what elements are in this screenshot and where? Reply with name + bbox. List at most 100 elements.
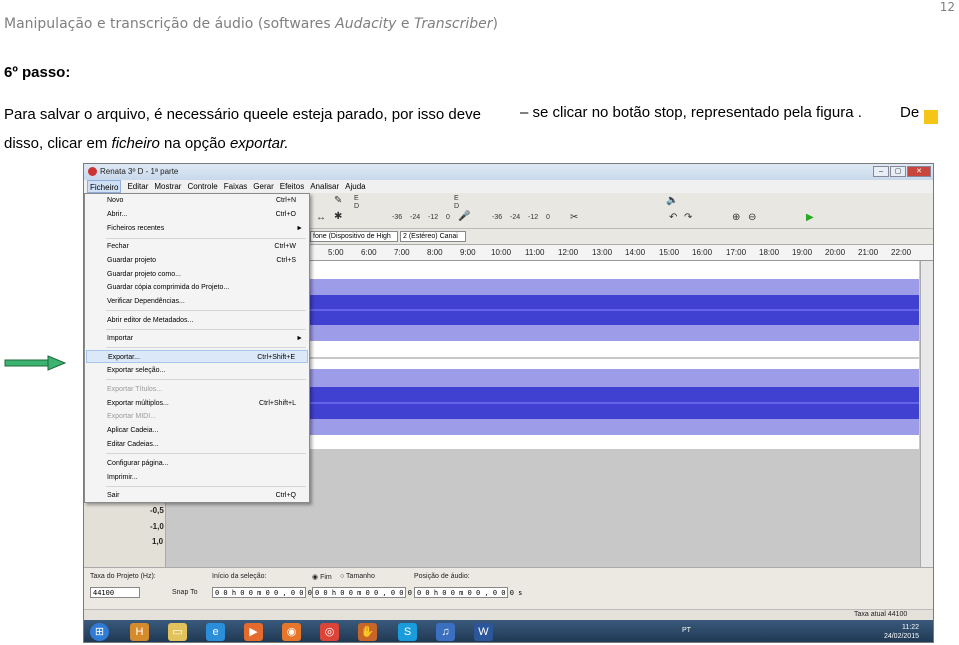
meter-label-e2: E bbox=[454, 195, 459, 202]
skype-icon[interactable]: S bbox=[398, 623, 417, 641]
status-bar: Taxa atual 44100 bbox=[84, 609, 933, 620]
menu-item-imprimir[interactable]: Imprimir... bbox=[86, 471, 308, 484]
multi-tool-icon[interactable]: ✱ bbox=[334, 211, 342, 222]
menu-item-importar[interactable]: Importar ► bbox=[86, 332, 308, 345]
play-icon[interactable]: ▶ bbox=[806, 212, 814, 223]
menu-item-guardar-copia[interactable]: Guardar cópia comprimida do Projeto... bbox=[86, 281, 308, 294]
meter-tick: 0 bbox=[546, 214, 550, 221]
app-hand-icon[interactable]: ✋ bbox=[358, 623, 377, 641]
word-icon[interactable]: W bbox=[474, 623, 493, 641]
selection-end-field[interactable]: 0 0 h 0 0 m 0 0 , 0 0 0 s bbox=[312, 587, 420, 598]
menu-item-verificar-dependencias[interactable]: Verificar Dependências... bbox=[86, 295, 308, 308]
chrome-icon[interactable]: ◎ bbox=[320, 623, 339, 641]
taskbar-clock[interactable]: 11:22 24/02/2015 bbox=[884, 623, 919, 641]
ruler-tick: 12:00 bbox=[558, 248, 579, 257]
app-h-icon[interactable]: H bbox=[130, 623, 149, 641]
language-indicator[interactable]: PT bbox=[682, 627, 691, 634]
start-button-icon[interactable]: ⊞ bbox=[90, 623, 109, 641]
length-radio[interactable]: ○ Tamanho bbox=[340, 573, 375, 580]
meter-tick: -36 bbox=[392, 214, 403, 221]
ruler-tick: 8:00 bbox=[427, 248, 443, 257]
windows-taskbar: ⊞ H ▭ e ▶ ◉ ◎ ✋ S ♫ W PT 11:22 24/02/2015 bbox=[84, 620, 933, 642]
menu-item-abrir[interactable]: Abrir... Ctrl+O bbox=[86, 208, 308, 221]
menu-item-ficheiros-recentes[interactable]: Ficheiros recentes ► bbox=[86, 222, 308, 235]
stop-button-figure bbox=[924, 110, 938, 124]
menu-item-exportar[interactable]: Exportar... Ctrl+Shift+E bbox=[86, 350, 308, 363]
ruler-tick: 6:00 bbox=[361, 248, 377, 257]
audio-position-field[interactable]: 0 0 h 0 0 m 0 0 , 0 0 0 s bbox=[414, 587, 522, 598]
paragraph-line-2: disso, clicar em ficheiro na opção expor… bbox=[4, 135, 289, 152]
meter-label-d2: D bbox=[454, 203, 460, 210]
pencil-icon[interactable]: ✎ bbox=[334, 195, 342, 206]
ruler-tick: 19:00 bbox=[792, 248, 813, 257]
menu-item-sair[interactable]: Sair Ctrl+Q bbox=[86, 489, 308, 502]
redo-icon[interactable]: ↷ bbox=[684, 212, 692, 223]
folder-icon[interactable]: ▭ bbox=[168, 623, 187, 641]
amplitude-tick: -0,5 bbox=[150, 506, 164, 515]
ruler-tick: 9:00 bbox=[460, 248, 476, 257]
menu-item-guardar-projeto[interactable]: Guardar projeto Ctrl+S bbox=[86, 254, 308, 267]
menu-controle[interactable]: Controle bbox=[187, 180, 217, 193]
menu-item-exportar-multiplos[interactable]: Exportar múltiplos... Ctrl+Shift+L bbox=[86, 397, 308, 410]
menu-item-guardar-projeto-como[interactable]: Guardar projeto como... bbox=[86, 268, 308, 281]
firefox-icon[interactable]: ◉ bbox=[282, 623, 301, 641]
project-rate-select[interactable]: 44100 bbox=[90, 587, 140, 598]
paragraph-line-1c: De bbox=[900, 104, 920, 121]
maximize-icon[interactable]: ▢ bbox=[890, 166, 906, 177]
ruler-tick: 14:00 bbox=[625, 248, 646, 257]
menu-analisar[interactable]: Analisar bbox=[310, 180, 339, 193]
meter-tick: -24 bbox=[410, 214, 421, 221]
window-title: Renata 3º D - 1ª parte bbox=[100, 167, 179, 176]
output-device-select[interactable]: fone (Dispositivo de High bbox=[310, 231, 398, 242]
menu-item-exportar-titulos: Exportar Títulos... bbox=[107, 386, 163, 393]
menu-item-configurar-pagina[interactable]: Configurar página... bbox=[86, 457, 308, 470]
menu-item-novo[interactable]: Novo Ctrl+N bbox=[86, 194, 308, 207]
menu-gerar[interactable]: Gerar bbox=[253, 180, 273, 193]
media-player-icon[interactable]: ▶ bbox=[244, 623, 263, 641]
channels-select[interactable]: 2 (Estéreo) Canai bbox=[400, 231, 466, 242]
menu-faixas[interactable]: Faixas bbox=[224, 180, 248, 193]
vertical-scrollbar[interactable] bbox=[920, 261, 933, 567]
amplitude-tick: -1,0 bbox=[150, 522, 164, 531]
meter-tick: -12 bbox=[528, 214, 539, 221]
menu-editar[interactable]: Editar bbox=[127, 180, 148, 193]
menu-ajuda[interactable]: Ajuda bbox=[345, 180, 365, 193]
menu-item-exportar-selecao[interactable]: Exportar seleção... bbox=[86, 364, 308, 377]
zoom-in-icon[interactable]: ⊕ bbox=[732, 212, 740, 223]
menu-bar: Ficheiro Editar Mostrar Controle Faixas … bbox=[84, 180, 933, 193]
menu-item-fechar[interactable]: Fechar Ctrl+W bbox=[86, 240, 308, 253]
ruler-tick: 20:00 bbox=[825, 248, 846, 257]
close-icon[interactable]: ✕ bbox=[907, 166, 931, 177]
ruler-tick: 22:00 bbox=[891, 248, 912, 257]
meter-label-d: D bbox=[354, 203, 360, 210]
ruler-tick: 15:00 bbox=[659, 248, 680, 257]
end-radio[interactable]: ◉ Fim bbox=[312, 573, 332, 581]
menu-ficheiro[interactable]: Ficheiro bbox=[87, 180, 122, 193]
zoom-out-icon[interactable]: ⊖ bbox=[748, 212, 756, 223]
project-rate-label: Taxa do Projeto (Hz): bbox=[90, 573, 156, 580]
paragraph-line-1a: Para salvar o arquivo, é necessário quee… bbox=[4, 106, 481, 123]
undo-icon[interactable]: ↶ bbox=[669, 212, 677, 223]
selection-start-label: Início da seleção: bbox=[212, 573, 267, 580]
selection-start-field[interactable]: 0 0 h 0 0 m 0 0 , 0 0 0 s bbox=[212, 587, 320, 598]
minimize-icon[interactable]: – bbox=[873, 166, 889, 177]
microphone-icon[interactable]: 🎤 bbox=[458, 211, 470, 222]
time-shift-icon[interactable]: ↔ bbox=[316, 212, 326, 223]
meter-tick: -12 bbox=[428, 214, 439, 221]
internet-explorer-icon[interactable]: e bbox=[206, 623, 225, 641]
ruler-tick: 11:00 bbox=[525, 248, 545, 257]
menu-mostrar[interactable]: Mostrar bbox=[154, 180, 181, 193]
scissors-icon[interactable]: ✂ bbox=[570, 212, 578, 223]
menu-efeitos[interactable]: Efeitos bbox=[280, 180, 304, 193]
speaker-icon[interactable]: 🔈 bbox=[666, 195, 678, 206]
menu-item-editar-cadeias[interactable]: Editar Cadeias... bbox=[86, 438, 308, 451]
menu-item-metadados[interactable]: Abrir editor de Metadados... bbox=[86, 314, 308, 327]
actual-rate-status: Taxa atual 44100 bbox=[854, 611, 908, 618]
meter-tick: -36 bbox=[492, 214, 503, 221]
ruler-tick: 16:00 bbox=[692, 248, 713, 257]
audacity-taskbar-icon[interactable]: ♫ bbox=[436, 623, 455, 641]
ruler-tick: 21:00 bbox=[858, 248, 879, 257]
title-bar: Renata 3º D - 1ª parte – ▢ ✕ bbox=[84, 164, 933, 180]
meter-tick: 0 bbox=[446, 214, 450, 221]
menu-item-aplicar-cadeia[interactable]: Aplicar Cadeia... bbox=[86, 424, 308, 437]
